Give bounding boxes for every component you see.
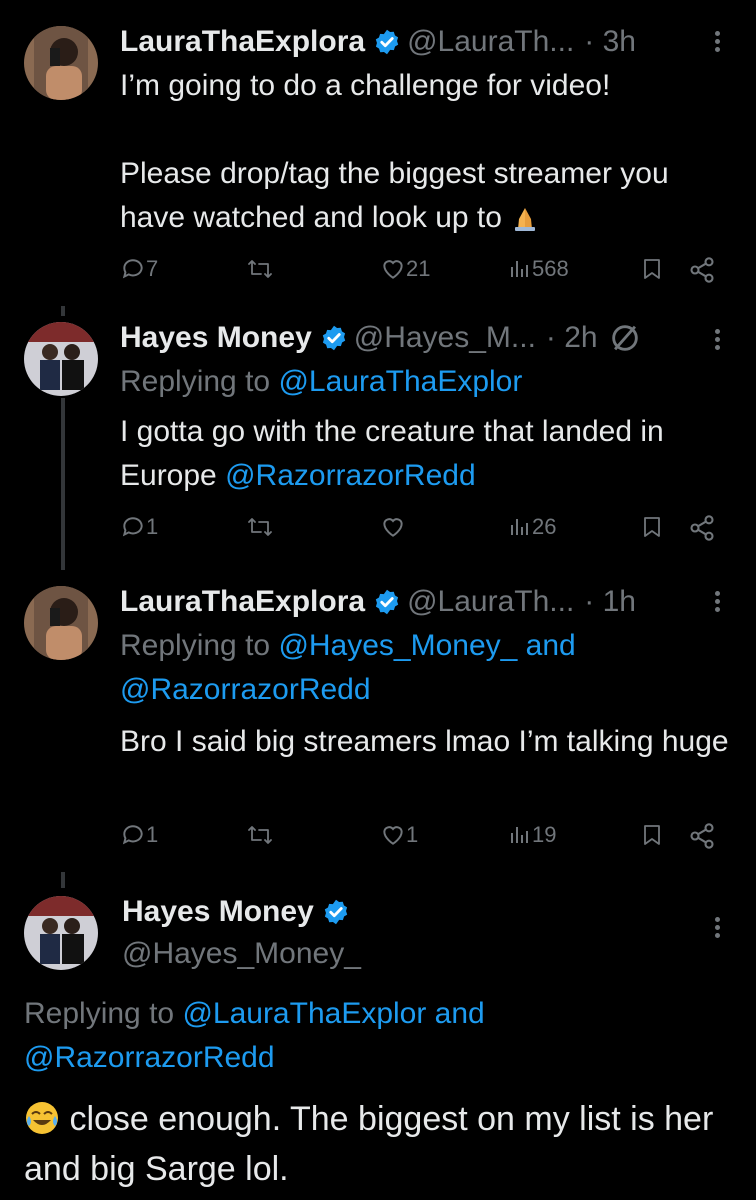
more-options-icon[interactable]	[712, 914, 722, 944]
tweet-text: Bro I said big streamers lmao I’m talkin…	[120, 725, 729, 758]
like-button[interactable]: 21	[380, 256, 430, 282]
thread-line	[61, 306, 65, 316]
tweet-header: LauraThaExplora @LauraTh... · 1h	[120, 582, 636, 622]
reply-button[interactable]: 7	[120, 256, 158, 282]
views-chart-icon	[511, 827, 528, 843]
display-name[interactable]: LauraThaExplora	[120, 585, 365, 619]
tweet-actions: 7 21 568	[120, 256, 720, 290]
user-handle[interactable]: @Hayes_Money_	[122, 934, 361, 974]
display-name[interactable]: Hayes Money	[120, 321, 312, 355]
views-button[interactable]: 568	[508, 256, 569, 282]
user-handle[interactable]: @Hayes_M...	[354, 321, 536, 355]
timestamp[interactable]: · 2h	[546, 321, 598, 355]
mention-link[interactable]: @LauraThaExplor	[278, 365, 522, 398]
share-icon	[690, 823, 714, 849]
replying-to: Replying to @LauraThaExplor	[120, 365, 523, 398]
reply-icon	[122, 259, 143, 279]
verified-badge-icon	[322, 325, 345, 351]
more-options-icon[interactable]	[712, 28, 722, 58]
tweet-header: LauraThaExplora @LauraTh... · 3h	[120, 22, 636, 62]
view-count: 19	[532, 822, 557, 847]
mention-link[interactable]: @RazorrazorRedd	[120, 668, 371, 712]
no-entry-icon	[611, 325, 638, 351]
mention-link[interactable]: @LauraThaExplor and	[182, 997, 484, 1030]
share-icon	[690, 257, 714, 283]
like-count: 21	[406, 256, 431, 281]
avatar[interactable]	[24, 322, 98, 396]
views-button[interactable]: 26	[508, 514, 556, 540]
avatar[interactable]	[24, 26, 98, 100]
verified-badge-icon	[324, 899, 347, 925]
retweet-button[interactable]	[246, 256, 274, 282]
timestamp[interactable]: · 3h	[584, 25, 636, 59]
retweet-icon	[248, 518, 272, 536]
replying-to: Replying to @Hayes_Money_ and	[120, 629, 576, 662]
retweet-icon	[248, 826, 272, 844]
share-icon	[690, 515, 714, 541]
bookmark-button[interactable]	[640, 514, 664, 540]
verified-badge-icon	[375, 29, 399, 55]
thread-line	[61, 872, 65, 888]
mention-link[interactable]: @RazorrazorRedd	[24, 1036, 275, 1080]
share-button[interactable]	[688, 256, 716, 284]
bookmark-icon	[644, 259, 660, 279]
more-options-icon[interactable]	[712, 588, 722, 618]
tweet-actions: 1 26	[120, 514, 720, 548]
folded-hands-emoji-icon	[515, 208, 536, 231]
heart-icon	[383, 826, 403, 845]
reply-icon	[122, 517, 143, 537]
timestamp[interactable]: · 1h	[584, 585, 636, 619]
heart-icon	[383, 518, 403, 537]
mention-link[interactable]: @RazorrazorRedd	[225, 459, 476, 492]
mention-link[interactable]: @Hayes_Money_ and	[278, 629, 575, 662]
reply-count: 1	[146, 822, 159, 847]
replying-to: Replying to @LauraThaExplor and	[24, 997, 485, 1030]
share-button[interactable]	[688, 822, 716, 850]
tweet-text: close enough. The biggest on my list is …	[24, 1100, 723, 1188]
bookmark-icon	[644, 517, 660, 537]
heart-icon	[383, 260, 403, 279]
retweet-button[interactable]	[246, 822, 274, 848]
display-name[interactable]: LauraThaExplora	[120, 25, 365, 59]
view-count: 26	[532, 514, 557, 539]
avatar[interactable]	[24, 896, 98, 970]
verified-badge-icon	[375, 589, 399, 615]
user-handle[interactable]: @LauraTh...	[407, 585, 574, 619]
display-name[interactable]: Hayes Money	[122, 895, 314, 929]
share-button[interactable]	[688, 514, 716, 542]
like-button[interactable]: 1	[380, 822, 418, 848]
like-count: 1	[406, 822, 419, 847]
reply-button[interactable]: 1	[120, 822, 158, 848]
avatar[interactable]	[24, 586, 98, 660]
reply-count: 7	[146, 256, 159, 281]
reply-count: 1	[146, 514, 159, 539]
thread-line	[61, 398, 65, 570]
bookmark-button[interactable]	[640, 256, 664, 282]
retweet-button[interactable]	[246, 514, 274, 540]
reply-icon	[122, 825, 143, 845]
views-chart-icon	[511, 261, 528, 277]
views-button[interactable]: 19	[508, 822, 556, 848]
user-handle[interactable]: @LauraTh...	[407, 25, 574, 59]
views-chart-icon	[511, 519, 528, 535]
tweet-text: I’m going to do a challenge for video! P…	[120, 69, 669, 234]
more-options-icon[interactable]	[712, 326, 722, 356]
bookmark-button[interactable]	[640, 822, 664, 848]
face-with-tears-of-joy-emoji-icon	[26, 1102, 58, 1134]
reply-button[interactable]: 1	[120, 514, 158, 540]
retweet-icon	[248, 260, 272, 278]
tweet-actions: 1 1 19	[120, 822, 720, 856]
tweet-header: Hayes Money @Hayes_M... · 2h	[120, 318, 642, 358]
bookmark-icon	[644, 825, 660, 845]
tweet-text: I gotta go with the creature that landed…	[120, 415, 673, 492]
like-button[interactable]	[380, 514, 406, 540]
view-count: 568	[532, 256, 569, 281]
tweet-header: Hayes Money	[122, 892, 356, 932]
